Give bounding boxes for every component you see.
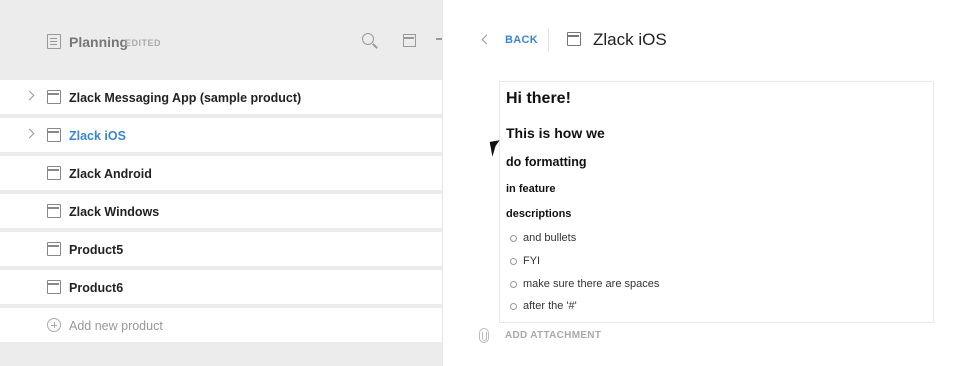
add-product-button[interactable]: Add new product xyxy=(0,308,442,342)
product-detail-pane: BACK Zlack iOS Hi there! This is how we … xyxy=(442,0,960,366)
heading-4: in feature xyxy=(506,183,556,195)
product-row-zlack-android[interactable]: Zlack Android xyxy=(0,156,442,190)
product-label[interactable]: Zlack Windows xyxy=(69,205,159,219)
list-item-text: FYI xyxy=(523,255,541,267)
bullet-icon xyxy=(510,303,517,310)
edited-badge: EDITED xyxy=(125,38,162,48)
product-list: Zlack Messaging App (sample product) Zla… xyxy=(0,80,442,346)
product-icon xyxy=(47,166,61,180)
list-item-text: and bullets xyxy=(523,232,577,244)
product-icon xyxy=(567,32,581,46)
product-label[interactable]: Zlack Messaging App (sample product) xyxy=(69,91,301,105)
product-row-product6[interactable]: Product6 xyxy=(0,270,442,304)
divider xyxy=(548,28,549,52)
product-icon xyxy=(47,128,61,142)
product-icon xyxy=(47,242,61,256)
product-row-zlack-messaging-app[interactable]: Zlack Messaging App (sample product) xyxy=(0,80,442,114)
product-label[interactable]: Product5 xyxy=(69,243,123,257)
bullet-icon xyxy=(510,235,517,242)
bullet-icon xyxy=(510,281,517,288)
list-item-text: make sure there are spaces xyxy=(523,278,660,290)
paperclip-icon[interactable] xyxy=(479,328,489,343)
heading-1: Hi there! xyxy=(506,90,571,107)
product-label[interactable]: Zlack iOS xyxy=(69,129,126,143)
heading-3: do formatting xyxy=(506,155,587,169)
heading-5: descriptions xyxy=(506,208,572,220)
product-icon xyxy=(47,280,61,294)
add-product-label: Add new product xyxy=(69,319,163,333)
product-row-zlack-windows[interactable]: Zlack Windows xyxy=(0,194,442,228)
product-list-pane: Planning EDITED Zlack Messaging App (sam… xyxy=(0,0,444,366)
page-title: Planning xyxy=(69,34,129,50)
heading-2: This is how we xyxy=(506,125,605,141)
card-view-icon[interactable] xyxy=(403,34,416,47)
description-editor[interactable]: Hi there! This is how we do formatting i… xyxy=(499,81,934,323)
chevron-right-icon[interactable] xyxy=(24,128,35,139)
product-label[interactable]: Zlack Android xyxy=(69,167,152,181)
back-button[interactable]: BACK xyxy=(505,34,538,46)
product-row-product5[interactable]: Product5 xyxy=(0,232,442,266)
list-item-text: after the '#' xyxy=(523,300,577,312)
product-icon xyxy=(47,204,61,218)
add-attachment-button[interactable]: ADD ATTACHMENT xyxy=(505,330,601,341)
list-header: Planning EDITED xyxy=(0,0,444,80)
bullet-icon xyxy=(510,258,517,265)
product-row-zlack-ios[interactable]: Zlack iOS xyxy=(0,118,442,152)
product-label[interactable]: Product6 xyxy=(69,281,123,295)
product-title[interactable]: Zlack iOS xyxy=(593,30,667,50)
plus-circle-icon xyxy=(47,318,61,332)
chevron-right-icon[interactable] xyxy=(24,90,35,101)
chevron-left-icon[interactable] xyxy=(481,34,492,45)
search-icon[interactable] xyxy=(362,33,378,49)
document-icon xyxy=(47,34,61,49)
product-icon xyxy=(47,90,61,104)
